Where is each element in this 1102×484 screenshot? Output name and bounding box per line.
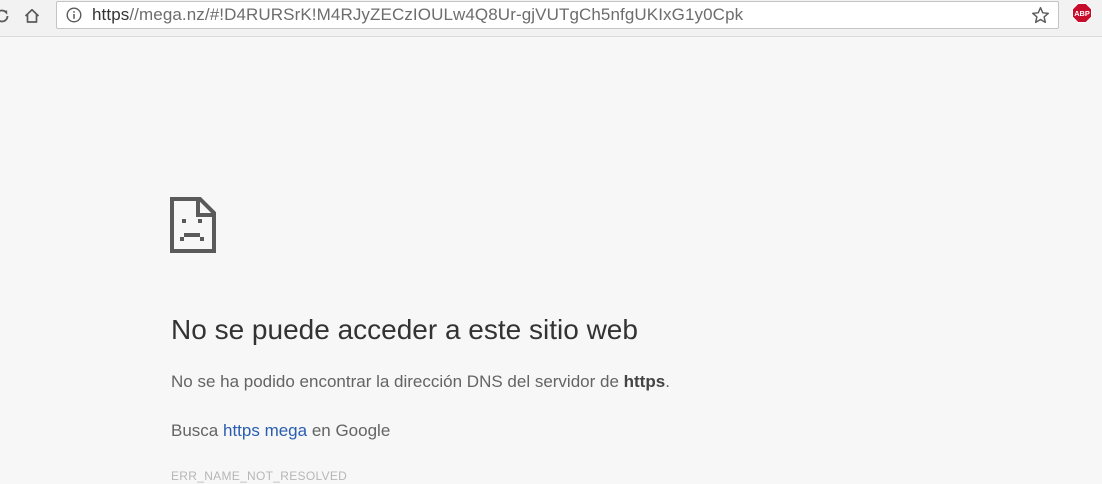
url-path: //mega.nz/#!D4RURSrK!M4RJyZECzIOULw4Q8Ur… <box>129 5 744 24</box>
suggestion-suffix: en Google <box>307 421 391 440</box>
sad-document-icon <box>170 197 216 253</box>
url-scheme: https <box>92 5 130 24</box>
error-description-end: . <box>665 372 670 391</box>
error-host: https <box>623 372 666 391</box>
address-bar[interactable]: https//mega.nz/#!D4RURSrK!M4RJyZECzIOULw… <box>56 1 1059 29</box>
error-description: No se ha podido encontrar la dirección D… <box>171 371 670 393</box>
google-search-link[interactable]: https mega <box>223 421 307 440</box>
adblock-plus-icon[interactable]: ABP <box>1072 3 1092 23</box>
error-code: ERR_NAME_NOT_RESOLVED <box>171 469 348 483</box>
home-icon <box>24 8 40 23</box>
reload-icon <box>0 9 9 23</box>
browser-toolbar: https//mega.nz/#!D4RURSrK!M4RJyZECzIOULw… <box>0 0 1102 37</box>
suggestion-prefix: Busca <box>171 421 223 440</box>
page-title: No se puede acceder a este sitio web <box>171 314 638 345</box>
error-page: No se puede acceder a este sitio web No … <box>0 37 1102 483</box>
adblock-plus-label: ABP <box>1074 9 1090 18</box>
search-suggestion: Busca https mega en Google <box>171 420 390 442</box>
info-icon[interactable] <box>66 7 82 23</box>
star-icon[interactable] <box>1031 6 1050 25</box>
error-description-text: No se ha podido encontrar la dirección D… <box>171 372 624 391</box>
reload-button[interactable] <box>0 4 14 28</box>
url-text[interactable]: https//mega.nz/#!D4RURSrK!M4RJyZECzIOULw… <box>92 5 743 25</box>
home-button[interactable] <box>20 4 44 28</box>
